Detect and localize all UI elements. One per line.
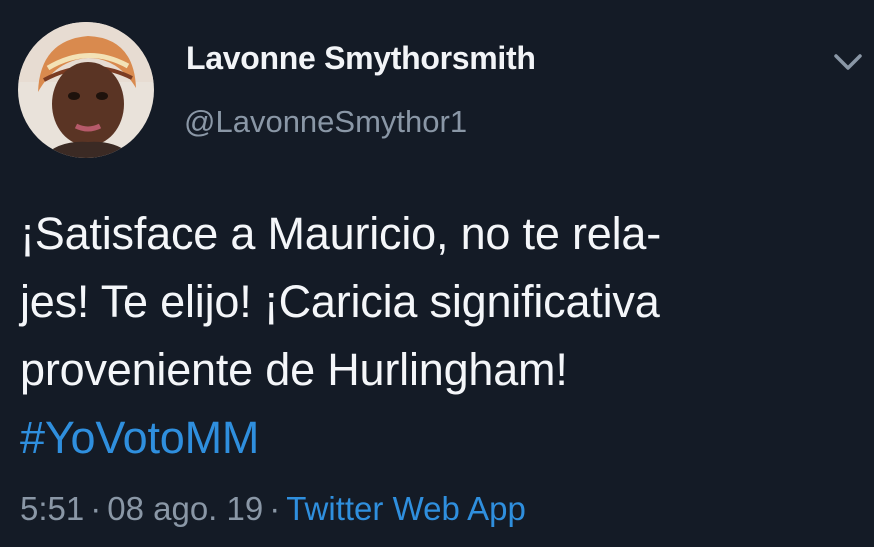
author-display-name[interactable]: Lavonne Smythorsmith	[186, 40, 536, 77]
chevron-down-glyph	[834, 54, 862, 70]
author-handle[interactable]: @LavonneSmythor1	[184, 104, 467, 140]
avatar-image	[18, 22, 154, 158]
chevron-down-icon[interactable]	[830, 50, 866, 74]
tweet-card: Lavonne Smythorsmith @LavonneSmythor1 ¡S…	[0, 0, 874, 547]
tweet-metadata: 5:51 · 08 ago. 19 · Twitter Web App	[20, 490, 526, 528]
tweet-text-line: proveniente de Hurlingham!	[20, 344, 568, 395]
tweet-text-line: ¡Satisface a Mauricio, no te rela-	[20, 208, 661, 259]
hashtag-link[interactable]: #YoVotoMM	[20, 404, 860, 472]
meta-separator: ·	[269, 490, 281, 527]
tweet-time[interactable]: 5:51	[20, 490, 84, 527]
tweet-text-line: jes! Te elijo! ¡Caricia significativa	[20, 276, 660, 327]
tweet-text: ¡Satisface a Mauricio, no te rela- jes! …	[20, 200, 860, 472]
tweet-date[interactable]: 08 ago. 19	[107, 490, 263, 527]
meta-separator: ·	[90, 490, 102, 527]
tweet-source-link[interactable]: Twitter Web App	[286, 490, 526, 527]
avatar[interactable]	[18, 22, 154, 158]
